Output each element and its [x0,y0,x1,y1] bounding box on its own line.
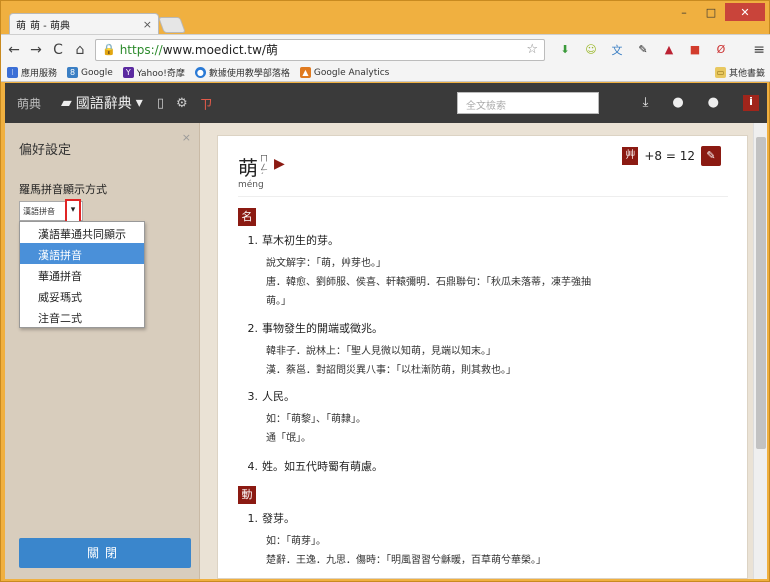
moedict-page: 萌典 ▰ 國語辭典 ▾ ▯ ⚙ ㄗ 全文檢索 ⤓ ● ● i × 偏好設定 羅馬拼音… [5,83,767,579]
bookmark-star-icon[interactable]: ☆ [526,42,538,57]
reload-icon[interactable]: C [51,42,65,58]
browser-tab[interactable]: 萌 萌 - 萌典 × [9,13,159,35]
menu-icon[interactable]: ≡ [753,42,765,58]
fulltext-search-input[interactable]: 全文檢索 [457,92,599,114]
bookmarks-bar: ⁝ 應用服務 8 Google Y Yahoo!奇摩 ● 數據使用教學部落格 ▲ Goog… [1,64,770,82]
window-close-button[interactable]: ✕ [725,3,765,21]
scrollbar[interactable] [753,123,767,579]
extension-tool-icon[interactable]: ✎ [635,42,651,58]
new-tab-button[interactable] [158,17,186,33]
bookmark-blog[interactable]: ● 數據使用教學部落格 [194,66,290,79]
apple-icon[interactable]: ● [708,95,719,111]
caret-down-icon: ▾ [135,95,143,111]
pinyin: méng [238,180,264,190]
example-text: 如：「萌芽」。 [266,536,326,547]
option-hanyu[interactable]: 漢語拼音 [20,243,144,264]
bookmark-analytics[interactable]: ▲ Google Analytics [299,67,389,78]
android-icon[interactable]: ● [672,95,683,111]
back-icon[interactable]: ← [7,42,21,58]
apps-grid-icon: ⁝ [7,67,18,78]
extension-book-icon[interactable]: ■ [687,42,703,58]
example-text: 萌。」 [266,296,291,307]
example-text: 如：「萌黎」、「萌隸」。 [266,414,366,425]
extension-cart-icon[interactable]: ▲ [661,42,677,58]
romanization-label: 羅馬拼音顯示方式 [19,183,107,196]
definition-item: 1. 發芽。 [247,512,296,525]
scrollbar-thumb[interactable] [756,137,766,449]
definition-item: 2. 事物發生的開端或徵兆。 [247,322,384,335]
favicon-icon: 萌 [16,21,26,32]
settings-gears-icon[interactable]: ⚙ [176,96,188,111]
stroke-count: +8 = 12 [644,149,695,163]
browser-toolbar: ← → C ⌂ 🔒 https:// www.moedict.tw/萌 ☆ ⬇ … [1,34,770,64]
entry-heading: 萌 ㄇㄥˊ ▶ [238,152,285,181]
example-text: 說文解字：「萌，艸芽也。」 [266,258,386,269]
window-controls: – □ ✕ [671,3,765,21]
minimize-button[interactable]: – [671,3,697,21]
pos-noun-badge: 名 [238,208,256,226]
close-tab-icon[interactable]: × [143,18,152,31]
radical-info: 艸 +8 = 12 ✎ [622,146,721,166]
forward-icon[interactable]: → [29,42,43,58]
example-text: 楚辭．王逸．九思．傷時：「明風習習兮龢暖，百草萌兮華榮。」 [266,555,546,566]
address-bar[interactable]: 🔒 https:// www.moedict.tw/萌 ☆ [95,38,545,61]
extension-pin-icon[interactable]: ⬇ [557,42,573,58]
download-icon[interactable]: ⤓ [643,95,649,111]
pos-verb-badge: 動 [238,486,256,504]
browser-window: 萌 萌 - 萌典 × – □ ✕ ← → C ⌂ 🔒 https:// www.… [0,0,770,582]
analytics-icon: ▲ [299,67,311,78]
blog-icon: ● [194,67,206,78]
example-text: 漢．蔡邕．對詔問災異八事：「以杜漸防萌，則其救也。」 [266,365,516,376]
yahoo-icon: Y [122,67,134,78]
translate-icon[interactable]: 文 [609,42,625,58]
header-right-icons: ⤓ ● ● i [643,95,759,111]
select-arrow-highlight[interactable]: ▾ [65,199,81,223]
extension-smile-icon[interactable]: ☺ [583,42,599,58]
site-header: 萌典 ▰ 國語辭典 ▾ ▯ ⚙ ㄗ 全文檢索 ⤓ ● ● i [5,83,767,123]
play-audio-icon[interactable]: ▶ [274,156,285,172]
maximize-button[interactable]: □ [698,3,724,21]
bopomofo: ㄇㄥˊ [260,154,268,181]
option-combined[interactable]: 漢語華通共同顯示 [20,222,144,243]
definition-item: 1. 草木初生的芽。 [247,234,340,247]
entry-char: 萌 [238,156,258,180]
radical-badge[interactable]: 艸 [622,147,639,165]
url-scheme: https:// [119,42,163,57]
url-text: www.moedict.tw/萌 [162,43,278,57]
bookmark-google[interactable]: 8 Google [67,67,113,78]
bookmark-apps[interactable]: ⁝ 應用服務 [7,66,57,79]
folder-icon: ▭ [714,67,726,78]
site-logo[interactable]: 萌典 [17,95,41,112]
tab-title: 萌 - 萌典 [30,21,70,32]
definition-item: 3. 人民。 [247,390,296,403]
tab-bar: 萌 萌 - 萌典 × – □ ✕ [1,1,770,35]
home-icon[interactable]: ⌂ [73,42,87,58]
preferences-panel: × 偏好設定 羅馬拼音顯示方式 漢語拼音 ▾ 漢語華通共同顯示 漢語拼音 華通拼… [5,123,200,579]
pref-title: 偏好設定 [19,143,72,158]
example-text: 唐．韓愈、劉師服、侯喜、軒轅彌明．石鼎聯句：「秋瓜未落蒂，凍芋強抽 [266,277,591,288]
divider [238,196,728,197]
bookmark-yahoo[interactable]: Y Yahoo!奇摩 [122,66,185,79]
panel-close-icon[interactable]: × [182,131,191,144]
bookmark-other-folder[interactable]: ▭ 其他書籤 [714,66,765,79]
dictionary-menu[interactable]: ▰ 國語辭典 ▾ [61,93,143,113]
bookmark-icon[interactable]: ▯ [157,96,164,111]
extensions: ⬇ ☺ 文 ✎ ▲ ■ Ø [557,42,729,58]
close-button[interactable]: 關閉 [19,538,191,568]
book-icon: ▰ [61,95,72,111]
pencil-icon[interactable]: ✎ [701,146,721,166]
option-mps2[interactable]: 注音二式 [20,306,144,327]
radical-menu-icon[interactable]: ㄗ [200,94,213,113]
option-tongyong[interactable]: 華通拼音 [20,264,144,285]
option-wade-giles[interactable]: 威妥瑪式 [20,285,144,306]
definition-item: 4. 姓。如五代時蜀有萌慮。 [247,460,384,473]
info-icon[interactable]: i [743,95,759,111]
google-icon: 8 [67,67,79,78]
example-text: 韓非子．說林上：「聖人見微以知萌，見端以知末。」 [266,346,496,357]
example-text: 通「氓」。 [266,433,311,444]
extension-o-icon[interactable]: Ø [713,42,729,58]
entry-card: 萌 ㄇㄥˊ ▶ méng 艸 +8 = 12 ✎ 名 1. 草木初生的芽。 說文解… [217,135,748,579]
lock-icon: 🔒 [102,43,116,56]
romanization-dropdown: 漢語華通共同顯示 漢語拼音 華通拼音 威妥瑪式 注音二式 [19,221,145,328]
